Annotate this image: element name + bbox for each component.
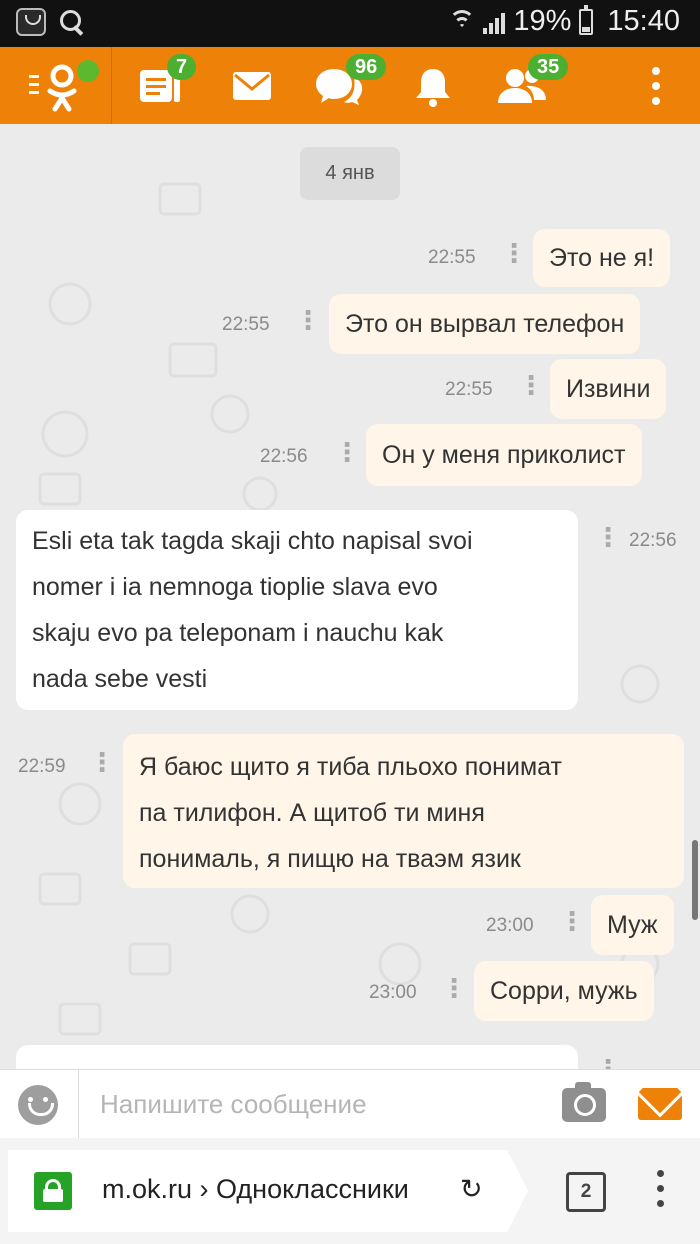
message-bubble-outgoing[interactable]: Муж (591, 895, 674, 955)
message-text: Извини (566, 375, 651, 403)
bell-icon (416, 68, 450, 107)
battery-percent: 19% (513, 5, 572, 37)
message-text: Муж (607, 911, 658, 939)
message-time: 23:00 (486, 915, 534, 936)
discussions-badge: 96 (346, 54, 387, 80)
url-text: m.ok.ru › Одноклассники (102, 1174, 409, 1204)
wifi-icon (449, 9, 476, 34)
message-time: 22:56 (260, 446, 308, 467)
nav-friends[interactable]: 35 (496, 47, 569, 124)
message-bubble-outgoing[interactable]: Это не я! (533, 229, 671, 287)
message-time: 22:55 (445, 379, 493, 400)
message-bubble-outgoing[interactable]: Это он вырвал телефон (329, 294, 641, 354)
message-bubble-incoming[interactable]: Esli eta tak tagda skaji chto napisal sv… (16, 510, 578, 710)
message-time: 23:00 (369, 982, 417, 1003)
message-time: 22:55 (222, 314, 270, 335)
date-separator: 4 янв (300, 147, 400, 200)
chat-area[interactable]: 4 янв 22:55 Это не я! 22:55 Это он вырва… (0, 124, 700, 1069)
reload-icon[interactable]: ↻ (460, 1176, 486, 1203)
friends-badge: 35 (528, 54, 569, 80)
message-options-icon[interactable] (441, 973, 467, 1007)
browser-more-icon[interactable] (655, 1170, 665, 1214)
menu-logo-button[interactable] (0, 47, 112, 124)
top-nav: 7 96 35 (0, 47, 700, 124)
status-bar: 19% 15:40 (0, 0, 700, 47)
message-options-icon[interactable] (595, 1054, 621, 1069)
ok-logo-icon (29, 64, 77, 112)
message-line: Esli eta tak tagda skaji chto napisal sv… (32, 527, 473, 555)
message-input[interactable] (100, 1084, 520, 1124)
message-text: Он у меня приколист (382, 441, 626, 469)
message-composer (0, 1069, 700, 1139)
message-bubble-incoming-partial[interactable] (16, 1045, 578, 1069)
more-vertical-icon (652, 66, 660, 105)
message-options-icon[interactable] (334, 437, 360, 471)
message-text: Это не я! (549, 244, 655, 272)
message-bubble-outgoing[interactable]: Он у меня приколист (366, 424, 642, 486)
address-bar[interactable]: m.ok.ru › Одноклассники ↻ (8, 1150, 528, 1232)
message-time: 22:59 (18, 756, 66, 777)
message-options-icon[interactable] (559, 906, 585, 940)
nav-notifications[interactable] (412, 47, 454, 124)
nav-messages[interactable] (230, 47, 274, 124)
tabs-button[interactable]: 2 (566, 1172, 606, 1212)
tab-count: 2 (580, 1181, 592, 1202)
message-line: nomer i ia nemnoga tioplie slava evo (32, 573, 438, 601)
nav-discussions[interactable]: 96 (314, 47, 387, 124)
message-line: понималь, я пищю на тваэм язик (139, 845, 521, 873)
message-options-icon[interactable] (518, 370, 544, 404)
chat-scrollbar[interactable] (692, 840, 698, 920)
message-time: 22:55 (428, 247, 476, 268)
message-options-icon[interactable] (295, 305, 321, 339)
message-bubble-outgoing[interactable]: Извини (550, 359, 667, 419)
message-text: Это он вырвал телефон (345, 310, 625, 338)
message-line: skaju evo pa teleponam i nauchu kak (32, 619, 444, 647)
nav-more-button[interactable] (642, 47, 670, 124)
message-bubble-outgoing[interactable]: Я баюс щито я тиба пльохо понимат па тил… (123, 734, 684, 888)
message-time: 22:56 (629, 530, 677, 551)
clock: 15:40 (607, 5, 680, 37)
message-options-icon[interactable] (501, 238, 527, 272)
emoji-icon[interactable] (18, 1085, 58, 1125)
message-options-icon[interactable] (595, 522, 621, 556)
battery-icon (579, 4, 594, 35)
composer-divider (78, 1070, 79, 1139)
message-line: па тилифон. А щитоб ти миня (139, 799, 485, 827)
search-icon (58, 8, 86, 36)
camera-icon[interactable] (562, 1082, 606, 1122)
message-bubble-outgoing[interactable]: Сорри, мужь (474, 961, 654, 1021)
message-options-icon[interactable] (89, 747, 115, 781)
message-line: nada sebe vesti (32, 665, 208, 693)
online-dot (77, 60, 99, 82)
signal-icon (483, 10, 506, 34)
nav-feed[interactable]: 7 (135, 47, 197, 124)
send-message-icon[interactable] (638, 1088, 682, 1120)
lock-icon (34, 1172, 72, 1210)
feed-badge: 7 (167, 54, 197, 80)
message-line: Я баюс щито я тиба пльохо понимат (139, 753, 562, 781)
envelope-icon (233, 71, 271, 100)
message-text: Сорри, мужь (490, 977, 638, 1005)
shopping-bag-icon (16, 8, 46, 36)
browser-toolbar: m.ok.ru › Одноклассники ↻ 2 (0, 1138, 700, 1244)
